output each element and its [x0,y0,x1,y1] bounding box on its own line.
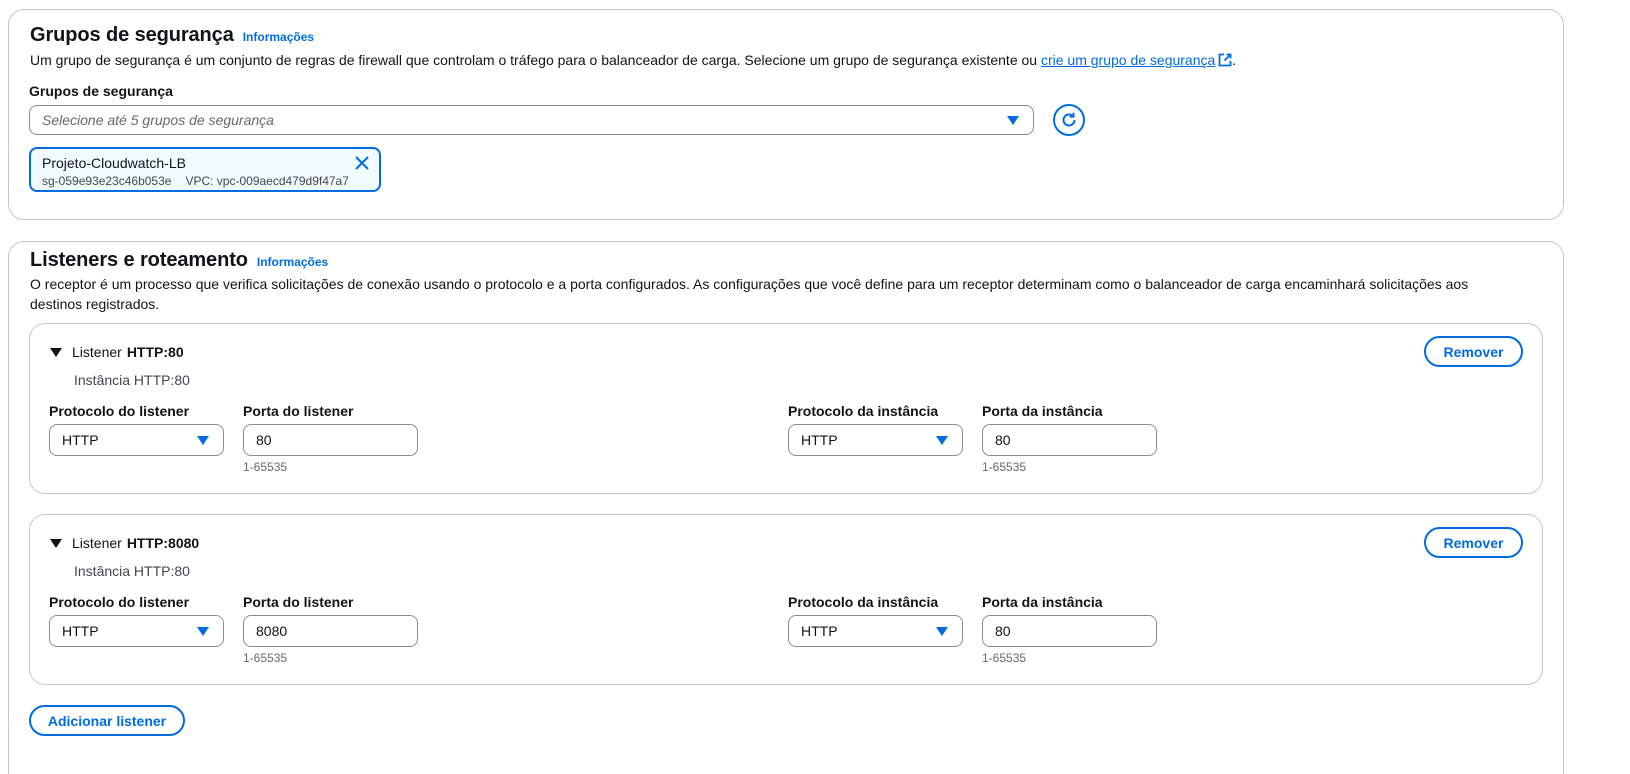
listener-prefix: Listener [72,535,122,551]
security-groups-info-link[interactable]: Informações [243,30,314,44]
listener-title: Listener HTTP:8080 [72,535,199,551]
listener-port-input[interactable]: 8080 [243,615,418,647]
instance-protocol-select[interactable]: HTTP [788,615,963,647]
remove-listener-button[interactable]: Remover [1424,336,1523,367]
instance-port-hint: 1-65535 [982,651,1027,665]
instance-port-input[interactable]: 80 [982,424,1157,456]
listener-card-http-8080: Listener HTTP:8080 Instância HTTP:80 Remo… [29,514,1543,685]
instance-protocol-value: HTTP [801,623,838,639]
listeners-routing-description: O receptor é um processo que verifica so… [30,276,1469,312]
caret-down-icon [1007,116,1019,125]
listener-protocol-select[interactable]: HTTP [49,424,224,456]
expand-triangle-icon [50,347,62,357]
add-listener-button[interactable]: Adicionar listener [29,705,185,736]
security-group-vpc: VPC: vpc-009aecd479d9f47a7 [185,174,349,188]
listener-port-hint: 1-65535 [243,651,288,665]
security-group-id: sg-059e93e23c46b053e [42,174,172,188]
security-group-name: Projeto-Cloudwatch-LB [42,155,186,171]
instance-port-hint: 1-65535 [982,460,1027,474]
refresh-security-groups-button[interactable] [1053,104,1085,136]
listener-prefix: Listener [72,344,122,360]
instance-protocol-value: HTTP [801,432,838,448]
listener-protocol-label: Protocolo do listener [49,403,190,419]
instance-port-label: Porta da instância [982,403,1103,419]
instance-protocol-select[interactable]: HTTP [788,424,963,456]
security-groups-select-placeholder: Selecione até 5 grupos de segurança [42,112,274,128]
close-icon[interactable] [354,155,370,171]
security-groups-description-suffix: . [1232,52,1237,68]
security-groups-description: Um grupo de segurança é um conjunto de r… [30,50,1236,70]
instance-protocol-label: Protocolo da instância [788,403,939,419]
listener-protocol-label: Protocolo do listener [49,594,190,610]
security-groups-title: Grupos de segurança [30,24,234,46]
listener-port-label: Porta do listener [243,403,354,419]
listener-port-input[interactable]: 80 [243,424,418,456]
listener-subtitle: Instância HTTP:80 [74,563,190,579]
caret-down-icon [197,627,209,636]
security-group-meta: sg-059e93e23c46b053e VPC: vpc-009aecd479d… [42,174,349,188]
security-groups-description-text: Um grupo de segurança é um conjunto de r… [30,52,1041,68]
instance-port-label: Porta da instância [982,594,1103,610]
selected-security-group-token: Projeto-Cloudwatch-LB sg-059e93e23c46b05… [29,147,381,192]
caret-down-icon [936,627,948,636]
listener-port-hint: 1-65535 [243,460,288,474]
listeners-routing-title: Listeners e roteamento [30,249,248,271]
listener-subtitle: Instância HTTP:80 [74,372,190,388]
instance-port-input[interactable]: 80 [982,615,1157,647]
listener-card-http-80: Listener HTTP:80 Instância HTTP:80 Remove… [29,323,1543,494]
listener-name: HTTP:8080 [126,535,200,551]
security-groups-field-label: Grupos de segurança [29,83,173,99]
refresh-icon [1062,112,1076,127]
caret-down-icon [936,436,948,445]
security-groups-panel: Grupos de segurança Informações Um grupo… [8,9,1564,220]
expand-triangle-icon [50,538,62,548]
listener-protocol-value: HTTP [62,623,99,639]
security-groups-select[interactable]: Selecione até 5 grupos de segurança [29,105,1034,135]
remove-listener-button[interactable]: Remover [1424,527,1523,558]
listener-header-http-8080[interactable]: Listener HTTP:8080 [50,535,199,551]
listeners-routing-header: Listeners e roteamento Informações [30,249,328,272]
instance-protocol-label: Protocolo da instância [788,594,939,610]
security-groups-header: Grupos de segurança Informações [30,24,314,47]
listeners-routing-info-link[interactable]: Informações [257,255,328,269]
listener-title: Listener HTTP:80 [72,344,184,360]
listener-header-http-80[interactable]: Listener HTTP:80 [50,344,184,360]
listener-protocol-value: HTTP [62,432,99,448]
create-security-group-link-text: crie um grupo de segurança [1040,52,1216,68]
create-security-group-link[interactable]: crie um grupo de segurança [1041,52,1232,68]
listeners-routing-panel: Listeners e roteamento Informações O rec… [8,241,1564,774]
listener-name: HTTP:80 [126,344,184,360]
listener-protocol-select[interactable]: HTTP [49,615,224,647]
caret-down-icon [197,436,209,445]
external-link-icon [1218,53,1232,67]
listener-port-label: Porta do listener [243,594,354,610]
